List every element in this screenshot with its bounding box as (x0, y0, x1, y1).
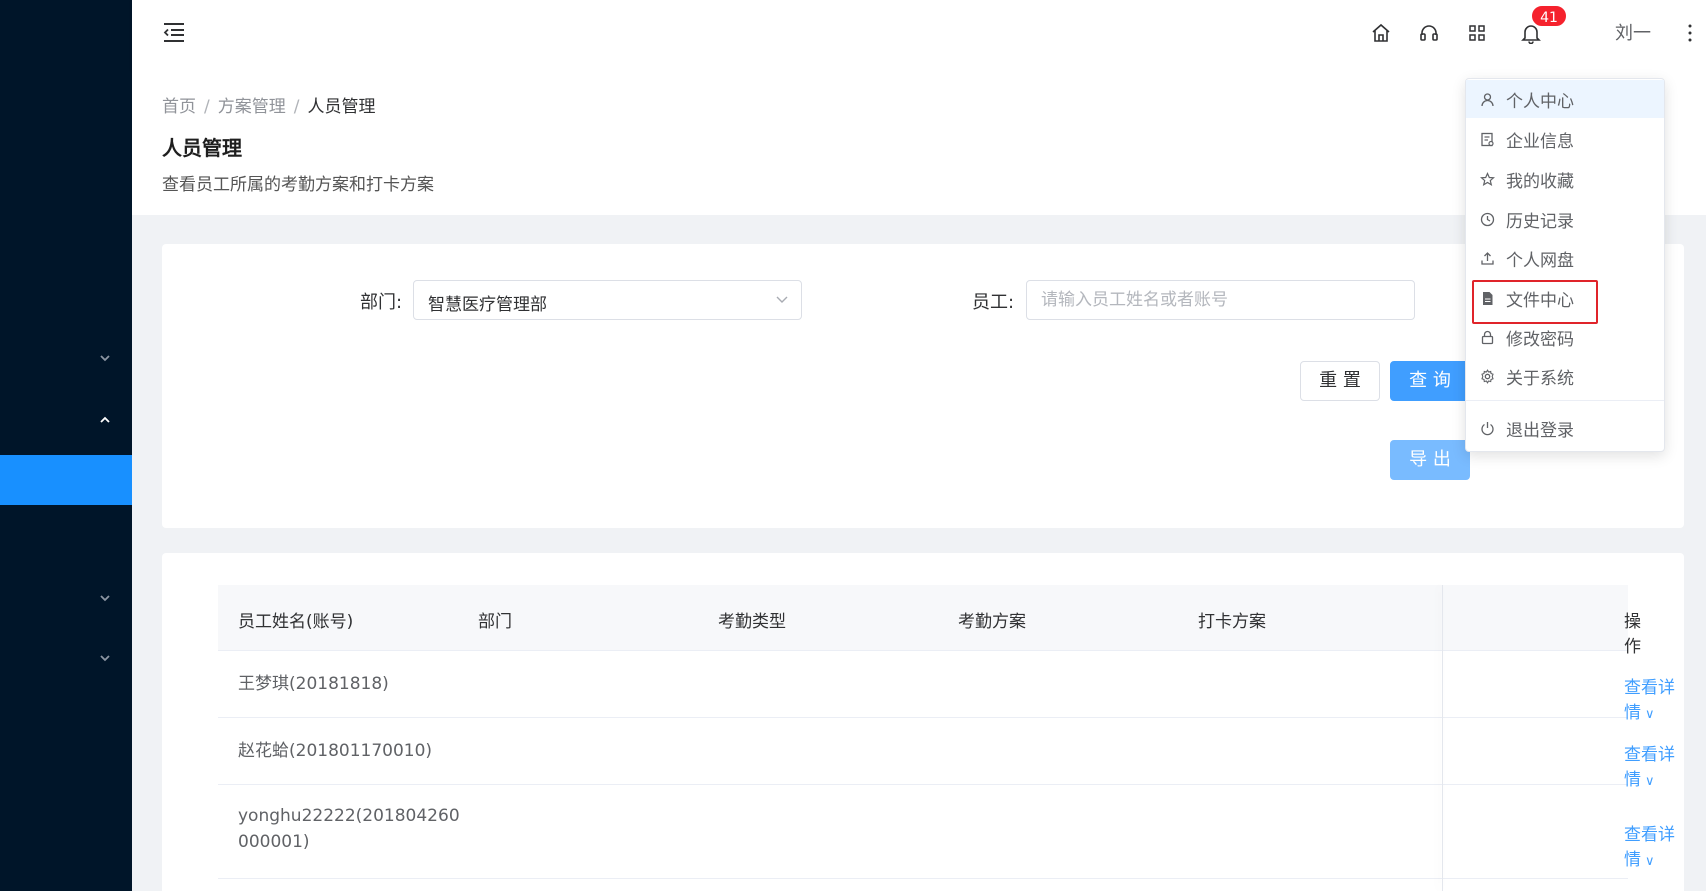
chevron-down-icon: ∨ (1645, 854, 1655, 869)
chevron-down-icon: ∨ (1645, 707, 1655, 722)
cell-employee-name-line1: yonghu22222(201804260 (238, 806, 460, 826)
column-header-clock-plan: 打卡方案 (1198, 612, 1266, 632)
sidebar (0, 0, 132, 891)
menu-fold-icon[interactable] (162, 20, 186, 44)
employee-label: 员工: (972, 292, 1015, 313)
cell-employee-name-line2: 000001) (238, 832, 310, 852)
column-header-department: 部门 (478, 612, 512, 632)
sidebar-menu-collapsed-2[interactable] (0, 573, 132, 623)
menu-item-label: 修改密码 (1506, 330, 1574, 350)
lock-icon (1481, 330, 1494, 345)
menu-item-label: 历史记录 (1506, 212, 1574, 232)
breadcrumb-current: 人员管理 (307, 97, 376, 117)
menu-item-label: 个人中心 (1506, 92, 1574, 112)
clock-icon (1480, 212, 1495, 227)
breadcrumb-separator: / (293, 97, 300, 117)
home-icon[interactable] (1370, 22, 1392, 44)
menu-item-label: 文件中心 (1506, 291, 1574, 311)
menu-item-company-info[interactable]: 企业信息 (1466, 120, 1664, 158)
gear-icon (1481, 369, 1494, 384)
view-details-link[interactable]: 查看详情 ∨ (1624, 673, 1684, 723)
power-icon (1481, 422, 1494, 436)
query-button[interactable]: 查 询 (1390, 361, 1470, 401)
employee-search-input[interactable] (1026, 280, 1415, 320)
menu-item-label: 关于系统 (1506, 369, 1574, 389)
column-header-actions: 操作 (1624, 612, 1641, 657)
menu-item-label: 退出登录 (1506, 421, 1574, 441)
table-header: 员工姓名(账号) 部门 考勤类型 考勤方案 打卡方案 操作 (218, 585, 1641, 657)
department-select-value: 智慧医疗管理部 (428, 295, 547, 315)
cell-employee-name: 王梦琪(20181818) (238, 674, 389, 694)
column-header-attendance-plan: 考勤方案 (958, 612, 1026, 632)
top-header: 41 刘一 (132, 0, 1706, 70)
chevron-down-icon (776, 296, 788, 303)
sidebar-menu-collapsed-1[interactable] (0, 333, 132, 383)
department-select[interactable]: 智慧医疗管理部 (413, 280, 802, 320)
notification-badge: 41 (1530, 4, 1568, 28)
chevron-down-icon (100, 355, 110, 362)
cell-employee-name: yonghu22222(201804260 000001) (238, 803, 460, 855)
table-row: yonghu22222(201804260 000001) (218, 785, 1628, 879)
cell-employee-name: 赵花蛤(201801170010) (238, 741, 433, 761)
menu-item-label: 个人网盘 (1506, 251, 1574, 271)
menu-item-change-password[interactable]: 修改密码 (1466, 318, 1664, 356)
breadcrumb-plan-management[interactable]: 方案管理 (218, 97, 286, 117)
upload-icon (1481, 252, 1494, 265)
apps-grid-icon[interactable] (1466, 22, 1488, 44)
breadcrumb-separator: / (204, 97, 210, 117)
menu-item-label: 企业信息 (1506, 132, 1574, 152)
company-icon (1481, 132, 1494, 147)
view-details-link[interactable]: 查看详情 ∨ (1624, 820, 1684, 870)
menu-item-about-system[interactable]: 关于系统 (1466, 357, 1664, 395)
table-card: 员工姓名(账号) 部门 考勤类型 考勤方案 打卡方案 操作 王梦琪(201818… (162, 553, 1684, 891)
column-header-name: 员工姓名(账号) (238, 612, 354, 632)
sidebar-item-active[interactable] (0, 455, 132, 505)
chevron-up-icon (100, 416, 110, 423)
menu-item-personal-drive[interactable]: 个人网盘 (1466, 239, 1664, 277)
menu-item-label: 我的收藏 (1506, 172, 1574, 192)
user-name[interactable]: 刘一 (1615, 19, 1651, 45)
sidebar-menu-collapsed-3[interactable] (0, 633, 132, 683)
department-label: 部门: (360, 292, 403, 313)
menu-item-personal-center[interactable]: 个人中心 (1466, 80, 1664, 118)
column-header-attendance-type: 考勤类型 (718, 612, 786, 632)
breadcrumb-home[interactable]: 首页 (162, 97, 196, 117)
menu-item-history[interactable]: 历史记录 (1466, 200, 1664, 238)
view-details-link[interactable]: 查看详情 ∨ (1624, 740, 1684, 790)
sidebar-menu-expanded[interactable] (0, 395, 132, 445)
menu-item-file-center[interactable]: 文件中心 (1466, 279, 1664, 317)
menu-divider (1466, 400, 1664, 401)
user-dropdown-menu: 个人中心 企业信息 我的收藏 历史记录 个人网盘 文件中心 修改密码 关于系统 … (1465, 78, 1665, 452)
chevron-down-icon (100, 655, 110, 662)
star-icon (1480, 172, 1495, 187)
filter-card: 部门: 智慧医疗管理部 员工: 重 置 查 询 导 出 (162, 244, 1684, 528)
fixed-column-divider (1442, 585, 1443, 891)
chevron-down-icon (100, 595, 110, 602)
table-row: 王梦琪(20181818) (218, 651, 1628, 718)
more-vertical-icon[interactable] (1686, 22, 1694, 44)
user-icon (1481, 93, 1494, 107)
export-button[interactable]: 导 出 (1390, 440, 1470, 480)
page-title: 人员管理 (162, 136, 242, 160)
document-icon (1483, 292, 1493, 305)
table-row: 赵花蛤(201801170010) (218, 718, 1628, 785)
menu-item-logout[interactable]: 退出登录 (1466, 409, 1664, 447)
page-description: 查看员工所属的考勤方案和打卡方案 (162, 175, 434, 195)
chevron-down-icon: ∨ (1645, 774, 1655, 789)
reset-button[interactable]: 重 置 (1300, 361, 1380, 401)
breadcrumb: 首页 / 方案管理 / 人员管理 (162, 92, 375, 117)
headset-icon[interactable] (1418, 22, 1440, 44)
menu-item-favorites[interactable]: 我的收藏 (1466, 160, 1664, 198)
